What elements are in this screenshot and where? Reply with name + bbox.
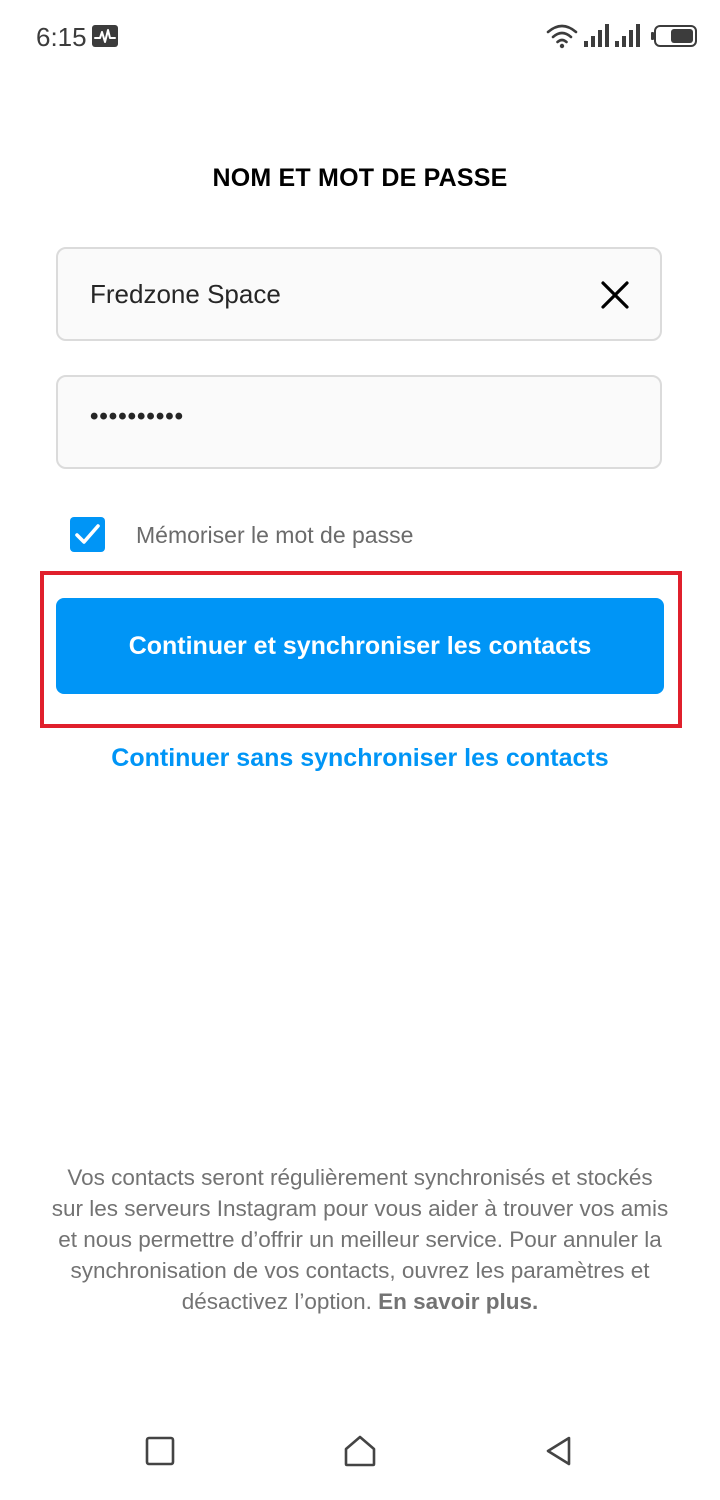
password-value: •••••••••• — [90, 403, 185, 430]
checkmark-icon — [75, 524, 100, 544]
remember-password-checkbox[interactable] — [70, 517, 105, 552]
activity-icon — [92, 25, 118, 47]
sync-disclaimer: Vos contacts seront régulièrement synchr… — [50, 1162, 670, 1317]
disclaimer-text: Vos contacts seront régulièrement synchr… — [51, 1165, 669, 1314]
home-icon[interactable] — [343, 1435, 377, 1467]
username-value: Fredzone Space — [90, 279, 281, 309]
password-field[interactable]: •••••••••• — [56, 375, 662, 469]
signal-icon — [584, 24, 609, 47]
signal-icon — [615, 24, 640, 47]
status-time: 6:15 — [36, 22, 87, 52]
username-field[interactable]: Fredzone Space — [56, 247, 662, 341]
continue-and-sync-button[interactable]: Continuer et synchroniser les contacts — [56, 598, 664, 694]
close-icon[interactable] — [600, 280, 630, 310]
recent-apps-icon[interactable] — [145, 1436, 175, 1466]
page-title: NOM ET MOT DE PASSE — [212, 164, 508, 192]
status-bar: 6:15 — [0, 0, 720, 76]
remember-password-label: Mémoriser le mot de passe — [136, 522, 414, 548]
learn-more-link[interactable]: En savoir plus. — [378, 1289, 538, 1314]
back-icon[interactable] — [544, 1435, 574, 1467]
continue-without-sync-link[interactable]: Continuer sans synchroniser les contacts — [0, 744, 720, 773]
wifi-icon — [546, 24, 578, 49]
page: 6:15 NOM ET MOT DE PASSE Fredzone Space … — [0, 0, 720, 1500]
battery-icon — [651, 25, 697, 47]
